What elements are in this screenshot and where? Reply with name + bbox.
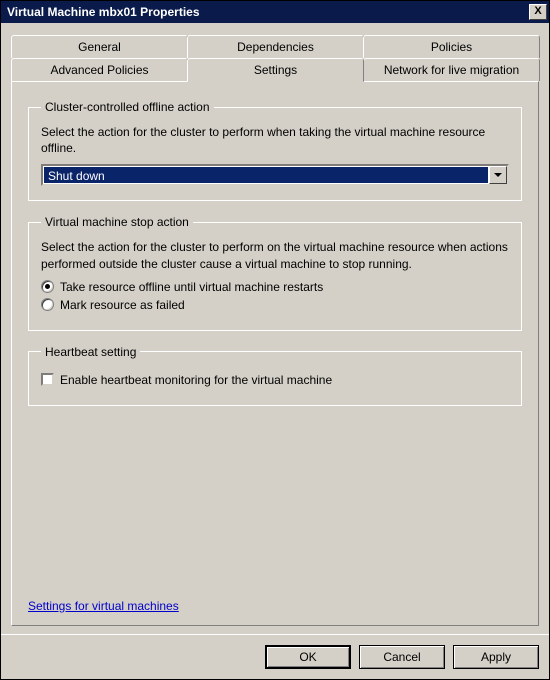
- titlebar: Virtual Machine mbx01 Properties X: [1, 1, 549, 23]
- close-button[interactable]: X: [529, 4, 547, 20]
- tab-panel-settings: Cluster-controlled offline action Select…: [11, 81, 539, 626]
- tab-strip: General Dependencies Policies Advanced P…: [11, 35, 539, 81]
- dropdown-button[interactable]: [489, 166, 507, 184]
- stop-action-description: Select the action for the cluster to per…: [41, 239, 509, 271]
- group-legend: Heartbeat setting: [41, 345, 140, 359]
- dialog-window: Virtual Machine mbx01 Properties X Gener…: [0, 0, 550, 680]
- radio-label: Take resource offline until virtual mach…: [60, 280, 323, 294]
- group-stop-action: Virtual machine stop action Select the a…: [28, 215, 522, 330]
- tab-label: Dependencies: [237, 40, 314, 54]
- radio-label: Mark resource as failed: [60, 298, 185, 312]
- tab-general[interactable]: General: [11, 35, 188, 58]
- radio-icon: [41, 280, 54, 293]
- group-heartbeat: Heartbeat setting Enable heartbeat monit…: [28, 345, 522, 406]
- link-label: Settings for virtual machines: [28, 599, 179, 613]
- settings-vm-link[interactable]: Settings for virtual machines: [28, 599, 522, 613]
- group-offline-action: Cluster-controlled offline action Select…: [28, 100, 522, 201]
- dropdown-selected-value: Shut down: [44, 167, 488, 183]
- cancel-button[interactable]: Cancel: [359, 645, 445, 669]
- checkbox-icon: [41, 373, 54, 386]
- ok-button[interactable]: OK: [265, 645, 351, 669]
- tab-label: Network for live migration: [384, 63, 519, 77]
- chevron-down-icon: [494, 173, 502, 177]
- tab-label: General: [78, 40, 121, 54]
- offline-action-description: Select the action for the cluster to per…: [41, 124, 509, 156]
- tab-network-live-migration[interactable]: Network for live migration: [363, 58, 540, 81]
- checkbox-label: Enable heartbeat monitoring for the virt…: [60, 373, 332, 387]
- tab-advanced-policies[interactable]: Advanced Policies: [11, 58, 188, 81]
- apply-button[interactable]: Apply: [453, 645, 539, 669]
- tab-label: Policies: [431, 40, 472, 54]
- offline-action-dropdown[interactable]: Shut down: [41, 164, 509, 186]
- spacer: [28, 420, 522, 575]
- button-bar: OK Cancel Apply: [1, 634, 549, 679]
- tab-policies[interactable]: Policies: [363, 35, 540, 58]
- group-legend: Cluster-controlled offline action: [41, 100, 214, 114]
- dialog-content: General Dependencies Policies Advanced P…: [1, 23, 549, 634]
- tab-row-1: General Dependencies Policies: [11, 35, 539, 58]
- tab-label: Advanced Policies: [50, 63, 148, 77]
- window-title: Virtual Machine mbx01 Properties: [7, 5, 529, 19]
- tab-label: Settings: [254, 63, 297, 77]
- radio-option-offline-until-restart[interactable]: Take resource offline until virtual mach…: [41, 280, 509, 294]
- group-legend: Virtual machine stop action: [41, 215, 193, 229]
- tab-settings[interactable]: Settings: [187, 58, 364, 82]
- close-icon: X: [534, 5, 541, 17]
- radio-option-mark-failed[interactable]: Mark resource as failed: [41, 298, 509, 312]
- heartbeat-checkbox-row[interactable]: Enable heartbeat monitoring for the virt…: [41, 373, 509, 387]
- tab-dependencies[interactable]: Dependencies: [187, 35, 364, 58]
- radio-icon: [41, 298, 54, 311]
- tab-row-2: Advanced Policies Settings Network for l…: [11, 58, 539, 81]
